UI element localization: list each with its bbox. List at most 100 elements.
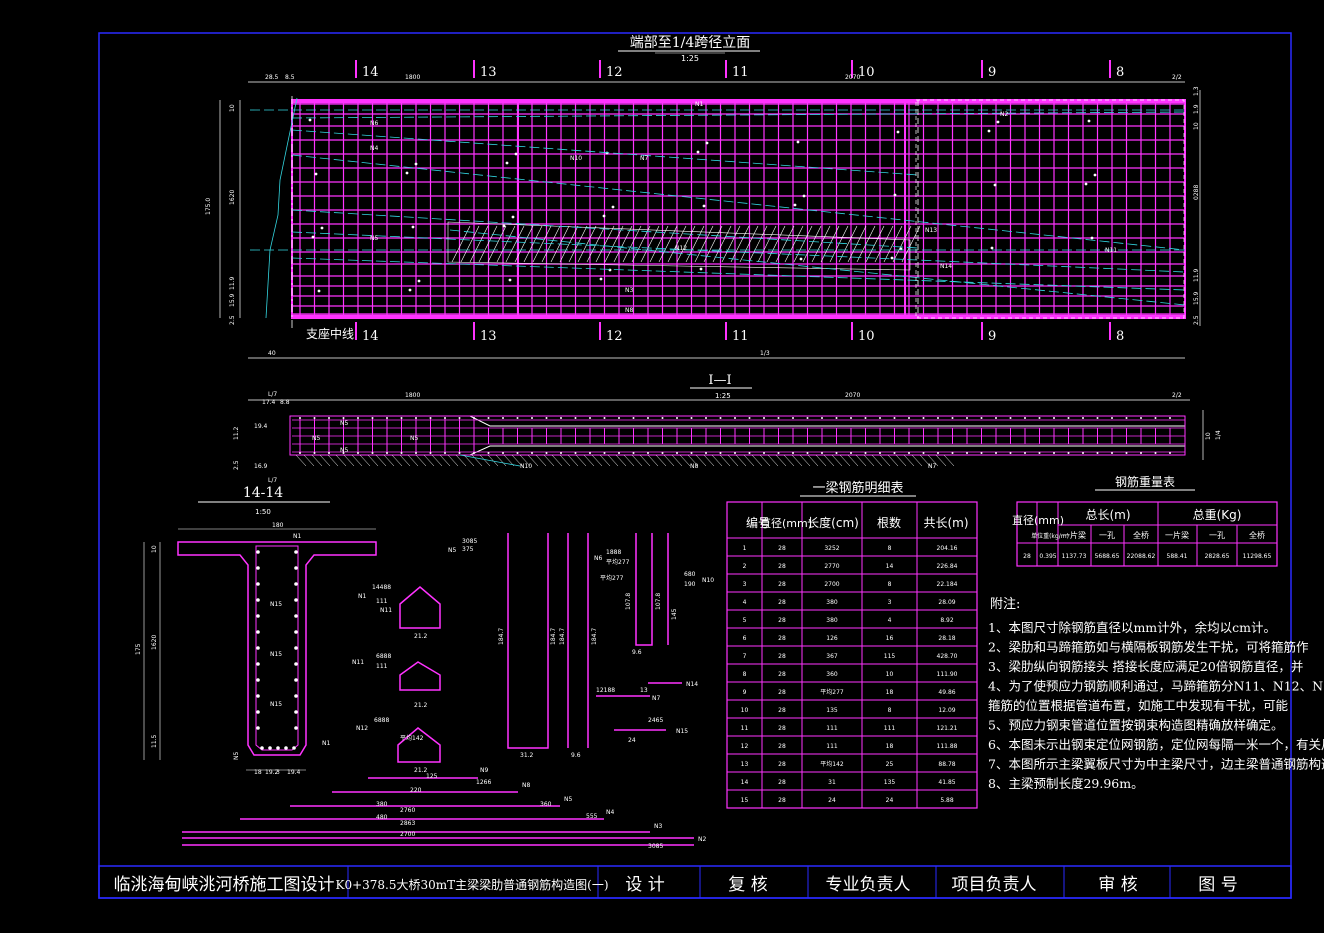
- plan-dot: [386, 417, 388, 419]
- section-dot: [294, 550, 298, 554]
- plan-dot: [1096, 452, 1099, 454]
- elev-dim-left-3: 11.9: [229, 276, 236, 290]
- plan-dot: [371, 452, 374, 454]
- note-line: 2、梁肋和马蹄箍筋如与横隔板钢筋发生干扰，可将箍筋作: [988, 640, 1309, 655]
- plan-dot: [313, 417, 316, 419]
- rebar-table-header: 直径(mm): [760, 516, 812, 530]
- bar-dot: [602, 214, 606, 218]
- weight-table-subheader: 全桥: [1249, 530, 1265, 540]
- rebar-table-cell: 8: [888, 707, 892, 714]
- elev-dim-top-2: 1800: [405, 74, 420, 81]
- section-scale: 1:50: [255, 508, 271, 516]
- rebar-table-cell: 5.88: [940, 797, 954, 804]
- bar-dot: [1090, 236, 1094, 240]
- rebar-table-cell: 8.92: [940, 617, 954, 624]
- plan-dot: [676, 452, 678, 454]
- plan-dot: [473, 417, 475, 419]
- rebar-table-cell: 28: [778, 779, 786, 786]
- rebar-table-cell: 226.84: [937, 563, 958, 570]
- detail-value: 111: [376, 598, 388, 605]
- detail-value: 145: [671, 608, 678, 620]
- bar-dot: [311, 235, 315, 239]
- detail-value: 1888: [606, 549, 621, 556]
- plan-dot: [835, 417, 838, 419]
- weight-table-cell: 22088.62: [1127, 553, 1156, 560]
- plan-dot: [516, 452, 519, 454]
- rebar-table-cell: 15: [741, 797, 749, 804]
- section-dot: [284, 746, 288, 750]
- bar-dot: [314, 172, 318, 176]
- rebar-table-cell: 3252: [824, 545, 839, 552]
- elev-bar-label: N6: [370, 120, 378, 127]
- section-bar-label: N15: [270, 651, 282, 658]
- section-mark-label: 14: [362, 65, 379, 80]
- note-line: 5、预应力钢束管道位置按钢束构造图精确放样确定。: [988, 718, 1283, 733]
- bar-dot: [993, 183, 997, 187]
- plan-dot: [777, 417, 780, 419]
- note-line: 箍筋的位置根据管道布置，如施工中发现有干扰，可能: [988, 698, 1289, 713]
- rebar-table-cell: 111: [826, 725, 838, 732]
- plan-dot: [1067, 452, 1070, 454]
- plan-dot: [705, 417, 707, 419]
- plan-dot: [1140, 452, 1142, 454]
- section-dot: [294, 598, 298, 602]
- plan-dot: [748, 452, 751, 454]
- rebar-table-cell: 14: [741, 779, 749, 786]
- rebar-table-cell: 360: [826, 671, 838, 678]
- plan-dot: [980, 452, 983, 454]
- plan-title: I—I: [708, 373, 731, 388]
- rebar-table-cell: 2: [743, 563, 747, 570]
- elev-bar-label: N8: [625, 307, 633, 314]
- elev-bar-label: N13: [925, 227, 937, 234]
- plan-dot: [603, 417, 606, 419]
- detail-value: 2700: [400, 831, 415, 838]
- rebar-table-cell: 28: [778, 581, 786, 588]
- plan-dot: [1082, 417, 1084, 419]
- elev-bar-label: N3: [625, 287, 633, 294]
- detail-label: N7: [652, 695, 660, 702]
- bar-dot: [1084, 182, 1088, 186]
- plan-dot: [400, 452, 403, 454]
- weight-table-subheader: 一孔: [1209, 531, 1225, 540]
- section-dot: [256, 726, 260, 730]
- rebar-table-cell: 6: [743, 635, 747, 642]
- weight-table-cell: 28: [1023, 553, 1031, 560]
- detail-label: N5: [448, 547, 456, 554]
- detail-label: N4: [606, 809, 614, 816]
- section-dot: [256, 678, 260, 682]
- plan-dot: [1024, 452, 1026, 454]
- section-dot: [256, 582, 260, 586]
- rebar-table-cell: 12: [741, 743, 749, 750]
- section-mark-label: 14: [362, 329, 379, 344]
- plan-dot: [966, 452, 968, 454]
- plan-bar-label: N10: [520, 463, 532, 470]
- plan-dot: [1038, 417, 1041, 419]
- section-dot: [268, 746, 272, 750]
- section-dot: [294, 646, 298, 650]
- section-dim: 180: [272, 522, 284, 529]
- detail-value: 184.7: [550, 628, 557, 645]
- detail-value: 184.7: [498, 628, 505, 645]
- elev-bar-label: N1: [695, 101, 703, 108]
- elev-dim-left-1: 1620: [229, 190, 236, 205]
- rebar-table-header: 根数: [877, 515, 901, 530]
- detail-note: 平均277: [606, 558, 630, 566]
- drawing-name: K0+378.5大桥30mT主梁梁肋普通钢筋构造图(一): [335, 877, 608, 892]
- section-dim: 11.5: [151, 734, 158, 748]
- bar-dot: [696, 150, 700, 154]
- plan-dot: [995, 417, 997, 419]
- detail-label: N15: [676, 728, 688, 735]
- section-dot: [294, 630, 298, 634]
- plan-dot: [1082, 452, 1084, 454]
- bar-dot: [611, 205, 615, 209]
- plan-dot: [1125, 417, 1128, 419]
- section-mark-label: 13: [480, 329, 497, 344]
- plan-dot: [1169, 452, 1171, 454]
- elev-dim-top-3: 2070: [845, 74, 860, 81]
- section-mark-label: 11: [732, 65, 749, 80]
- rebar-table-cell: 10: [741, 707, 749, 714]
- plan-dot: [980, 417, 983, 419]
- section-bar-label: N15: [270, 701, 282, 708]
- plan-dim-top-0: 1800: [405, 392, 420, 399]
- detail-value: 9.6: [571, 752, 581, 759]
